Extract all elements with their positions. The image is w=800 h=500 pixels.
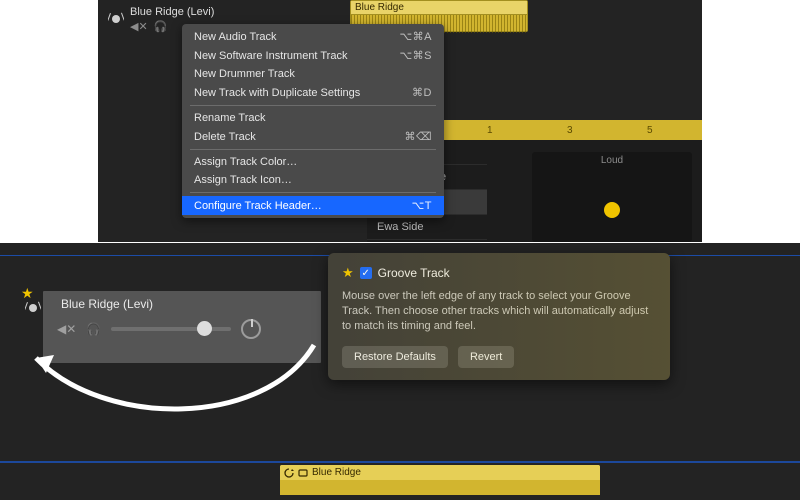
restore-defaults-button[interactable]: Restore Defaults [342, 346, 448, 368]
track-context-menu[interactable]: New Audio Track ⌥⌘A New Software Instrum… [182, 24, 444, 218]
menu-new-drummer-track[interactable]: New Drummer Track [182, 65, 444, 83]
menu-assign-icon[interactable]: Assign Track Icon… [182, 171, 444, 189]
track-controls: ◀✕ 🎧 [43, 311, 321, 339]
menu-delete-track[interactable]: Delete Track ⌘⌫ [182, 127, 444, 146]
xy-label-loud: Loud [532, 155, 692, 166]
solo-headphones-icon[interactable]: 🎧 [86, 322, 101, 336]
menu-shortcut: ⌘⌫ [404, 130, 432, 143]
groove-star-icon[interactable]: ★ [21, 285, 34, 302]
menu-new-audio-track[interactable]: New Audio Track ⌥⌘A [182, 27, 444, 46]
ruler-tick: 5 [647, 125, 653, 136]
region-name: Blue Ridge [312, 467, 361, 478]
menu-separator [190, 149, 436, 150]
bottom-screenshot: ★ Blue Ridge (Levi) ◀✕ 🎧 ★ ✓ Groove Trac… [0, 243, 800, 500]
loop-icon [284, 468, 294, 478]
mute-icon[interactable]: ◀✕ [130, 20, 148, 33]
revert-button[interactable]: Revert [458, 346, 514, 368]
drummer-icon [25, 301, 41, 313]
popover-description: Mouse over the left edge of any track to… [342, 289, 656, 334]
menu-shortcut: ⌥⌘S [399, 49, 432, 62]
menu-duplicate-track[interactable]: New Track with Duplicate Settings ⌘D [182, 83, 444, 102]
menu-label: Delete Track [194, 131, 256, 143]
ruler-tick: 1 [487, 125, 493, 136]
popover-title: Groove Track [378, 266, 450, 280]
menu-shortcut: ⌥T [412, 199, 432, 212]
mute-icon[interactable]: ◀✕ [57, 322, 76, 336]
track-header[interactable]: ★ Blue Ridge (Levi) ◀✕ 🎧 [43, 291, 321, 363]
star-icon: ★ [342, 265, 354, 281]
menu-new-instrument-track[interactable]: New Software Instrument Track ⌥⌘S [182, 46, 444, 65]
top-screenshot: Blue Ridge (Levi) ◀✕ 🎧 Blue Ridge idge 1… [98, 0, 702, 242]
groove-track-checkbox[interactable]: ✓ [360, 267, 372, 279]
menu-rename-track[interactable]: Rename Track [182, 109, 444, 127]
menu-label: New Drummer Track [194, 68, 295, 80]
track-name: Blue Ridge (Levi) [98, 0, 348, 18]
region-type-icon [298, 468, 308, 478]
menu-shortcut: ⌥⌘A [399, 30, 432, 43]
configure-track-header-popover[interactable]: ★ ✓ Groove Track Mouse over the left edg… [328, 253, 670, 380]
volume-slider[interactable] [111, 327, 231, 331]
menu-label: Assign Track Icon… [194, 174, 292, 186]
region-clip[interactable]: Blue Ridge [280, 465, 600, 495]
menu-label: Rename Track [194, 112, 266, 124]
menu-label: Configure Track Header… [194, 200, 322, 212]
menu-separator [190, 192, 436, 193]
timeline-divider [0, 461, 800, 463]
pan-knob[interactable] [241, 319, 261, 339]
menu-label: New Track with Duplicate Settings [194, 87, 360, 99]
track-name: Blue Ridge (Levi) [43, 291, 321, 311]
drummer-icon [108, 12, 124, 24]
solo-headphones-icon[interactable]: 🎧 [154, 20, 168, 33]
menu-label: New Audio Track [194, 31, 277, 43]
menu-label: Assign Track Color… [194, 156, 297, 168]
slider-knob[interactable] [197, 321, 212, 336]
menu-separator [190, 105, 436, 106]
preset-item[interactable]: Ewa Side [367, 215, 487, 240]
drummer-xy-pad[interactable]: Loud [532, 152, 692, 242]
menu-configure-track-header[interactable]: Configure Track Header… ⌥T [182, 196, 444, 215]
menu-assign-color[interactable]: Assign Track Color… [182, 153, 444, 171]
region-name: Blue Ridge [351, 1, 527, 15]
menu-shortcut: ⌘D [412, 86, 432, 99]
ruler-tick: 3 [567, 125, 573, 136]
menu-label: New Software Instrument Track [194, 50, 347, 62]
xy-puck[interactable] [604, 202, 620, 218]
